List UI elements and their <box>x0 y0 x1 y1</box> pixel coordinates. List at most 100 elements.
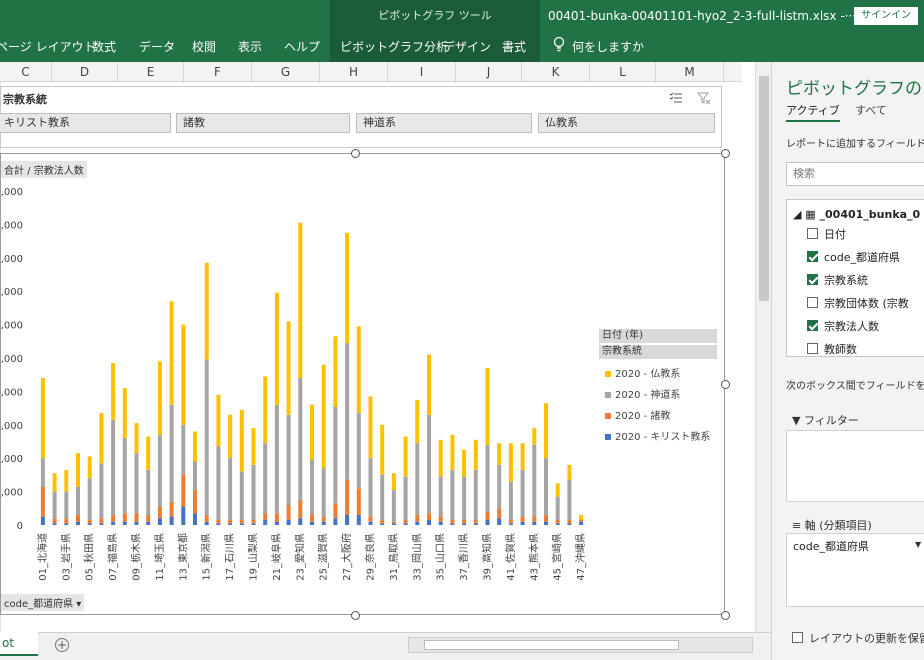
bar-segment[interactable] <box>485 368 490 445</box>
scroll-thumb[interactable] <box>424 640 679 650</box>
bar-segment[interactable] <box>228 523 233 525</box>
bar-segment[interactable] <box>239 471 244 520</box>
bar-segment[interactable] <box>485 511 490 520</box>
sheet-tab[interactable]: ot <box>0 632 38 656</box>
bar-segment[interactable] <box>310 404 314 460</box>
axis-drop-area[interactable]: code_都道府県 ▼ <box>786 533 924 607</box>
tab-design[interactable]: デザイン <box>443 38 491 55</box>
bar-segment[interactable] <box>99 523 104 525</box>
field-religion[interactable]: 宗教系統 <box>807 272 868 288</box>
bar-segment[interactable] <box>544 458 548 515</box>
bar-segment[interactable] <box>286 414 291 505</box>
bar-segment[interactable] <box>40 458 45 487</box>
col-header-f[interactable]: F <box>184 62 252 82</box>
bar-segment[interactable] <box>40 378 45 459</box>
bar-segment[interactable] <box>286 505 291 520</box>
checkbox[interactable] <box>807 297 818 308</box>
bar-segment[interactable] <box>181 474 186 507</box>
resize-handle[interactable] <box>721 380 730 389</box>
bar-segment[interactable] <box>520 521 525 525</box>
bar-segment[interactable] <box>333 336 338 407</box>
slicer-religion[interactable]: 宗教系統 キリスト教系 諸教 神道系 仏教系 <box>0 86 722 148</box>
pivot-chart[interactable]: 20,000 18,000 16,000 14,000 12,000 10,000 8,00… <box>0 153 725 615</box>
bar-segment[interactable] <box>579 515 584 520</box>
bar-segment[interactable] <box>532 428 537 445</box>
bar-segment[interactable] <box>415 521 420 525</box>
bar-segment[interactable] <box>380 520 385 524</box>
bar-segment[interactable] <box>380 474 385 520</box>
bar-segment[interactable] <box>87 478 92 520</box>
multi-select-icon[interactable] <box>669 91 683 105</box>
bar-segment[interactable] <box>380 424 385 475</box>
horizontal-scrollbar[interactable] <box>408 637 753 653</box>
bar-segment[interactable] <box>438 439 443 477</box>
bar-segment[interactable] <box>122 438 127 514</box>
vertical-scrollbar[interactable] <box>755 62 771 634</box>
bar-segment[interactable] <box>181 506 186 525</box>
bar-segment[interactable] <box>40 486 45 517</box>
bar-segment[interactable] <box>193 489 197 514</box>
bar-segment[interactable] <box>263 443 268 514</box>
bar-segment[interactable] <box>216 446 221 521</box>
bar-segment[interactable] <box>64 523 69 525</box>
slicer-item-buddhist[interactable]: 仏教系 <box>538 113 715 133</box>
bar-segment[interactable] <box>473 520 478 524</box>
scroll-thumb[interactable] <box>759 76 769 301</box>
value-field-button[interactable]: 合計 / 宗教法人数 <box>1 161 87 178</box>
bar-segment[interactable] <box>111 521 116 525</box>
bar-segment[interactable] <box>579 521 584 525</box>
bar-segment[interactable] <box>157 361 162 435</box>
bar-segment[interactable] <box>567 523 572 525</box>
checkbox[interactable] <box>807 251 818 262</box>
bar-segment[interactable] <box>274 513 279 522</box>
bar-segment[interactable] <box>310 459 314 515</box>
bar-segment[interactable] <box>462 523 467 525</box>
axis-field-item[interactable]: code_都道府県 <box>793 538 869 554</box>
bar-segment[interactable] <box>391 521 396 524</box>
bar-segment[interactable] <box>356 326 361 414</box>
slicer-item-other[interactable]: 諸教 <box>176 113 350 133</box>
bar-segment[interactable] <box>204 262 209 360</box>
bar-segment[interactable] <box>204 359 209 515</box>
bar-segment[interactable] <box>544 521 548 525</box>
col-header-i[interactable]: I <box>388 62 456 82</box>
field-teacher-count[interactable]: 教師数 <box>807 341 857 357</box>
checkbox[interactable] <box>807 274 818 285</box>
bar-segment[interactable] <box>251 464 256 520</box>
col-header-j[interactable]: J <box>456 62 522 82</box>
tab-formulas[interactable]: 数式 <box>92 38 116 55</box>
bar-segment[interactable] <box>462 449 467 477</box>
bar-segment[interactable] <box>76 453 80 487</box>
bar-segment[interactable] <box>333 406 338 504</box>
bar-segment[interactable] <box>157 506 162 519</box>
bar-segment[interactable] <box>321 516 326 522</box>
bar-segment[interactable] <box>333 518 338 525</box>
field-date[interactable]: 日付 <box>807 226 846 242</box>
bar-segment[interactable] <box>111 419 116 515</box>
bar-segment[interactable] <box>415 399 420 444</box>
bar-segment[interactable] <box>321 364 326 469</box>
bar-segment[interactable] <box>497 508 502 519</box>
bar-segment[interactable] <box>76 515 80 522</box>
bar-segment[interactable] <box>193 461 197 490</box>
bar-segment[interactable] <box>146 436 151 470</box>
bar-segment[interactable] <box>216 520 221 524</box>
bar-segment[interactable] <box>251 523 256 525</box>
bar-segment[interactable] <box>497 518 502 525</box>
field-prefecture[interactable]: code_都道府県 <box>807 249 900 265</box>
bar-segment[interactable] <box>239 409 244 472</box>
bar-segment[interactable] <box>157 518 162 525</box>
bar-segment[interactable] <box>520 469 525 517</box>
resize-handle[interactable] <box>721 149 730 158</box>
bar-segment[interactable] <box>298 499 303 519</box>
checkbox[interactable] <box>807 343 818 354</box>
bar-segment[interactable] <box>321 468 326 517</box>
bar-segment[interactable] <box>485 520 490 525</box>
bar-segment[interactable] <box>333 503 338 519</box>
bar-segment[interactable] <box>450 469 455 520</box>
bar-segment[interactable] <box>310 521 314 525</box>
bar-segment[interactable] <box>52 518 57 524</box>
bar-segment[interactable] <box>274 292 279 405</box>
resize-handle[interactable] <box>721 611 730 620</box>
tab-help[interactable]: ヘルプ <box>284 38 320 55</box>
